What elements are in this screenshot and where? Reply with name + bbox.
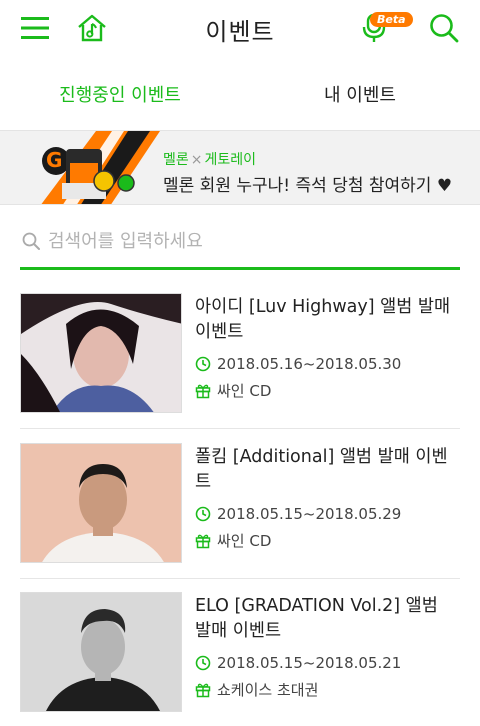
banner-brand-melon: 멜론 [163,152,189,168]
event-date-text: 2018.05.15~2018.05.21 [217,654,402,672]
banner-brand-gatorade: 게토레이 [204,152,257,168]
event-date-text: 2018.05.16~2018.05.30 [217,355,402,373]
event-date: 2018.05.15~2018.05.29 [195,505,401,523]
event-date: 2018.05.15~2018.05.21 [195,654,401,672]
event-thumbnail [20,443,182,563]
event-date-text: 2018.05.15~2018.05.29 [217,505,402,523]
gift-icon [195,683,211,697]
top-bar: 이벤트 Beta [0,0,480,56]
clock-icon [195,655,211,671]
event-title: ELO [GRADATION Vol.2] 앨범 발매 이벤트 [195,596,438,641]
event-reward-text: 쇼케이스 초대권 [217,681,319,699]
search-input[interactable] [48,226,448,256]
search-icon [22,232,40,250]
event-reward: 싸인 CD [195,380,271,401]
event-date: 2018.05.16~2018.05.30 [195,355,401,373]
tab-ongoing-events[interactable]: 진행중인 이벤트 [0,72,240,128]
event-item[interactable]: ELO [GRADATION Vol.2] 앨범 발매 이벤트 2018.05.… [20,592,460,726]
banner-brand: 멜론 × 게토레이 [163,149,256,169]
banner-text: 멜론 회원 누구나! 즉석 당첨 참여하기 ♥ [163,176,453,196]
event-title: 아이디 [Luv Highway] 앨범 발매 이벤트 [195,297,451,342]
event-thumbnail [20,592,182,712]
event-reward: 싸인 CD [195,530,271,551]
event-item[interactable]: 폴킴 [Additional] 앨범 발매 이벤트 2018.05.15~201… [20,443,460,583]
tab-my-events[interactable]: 내 이벤트 [240,72,480,128]
search-bar [20,216,460,270]
clock-icon [195,506,211,522]
event-thumbnail [20,293,182,413]
gift-icon [195,534,211,548]
divider [20,428,460,429]
gift-icon [195,384,211,398]
event-reward-text: 싸인 CD [217,382,272,400]
banner-brand-separator: × [190,152,203,168]
search-icon[interactable] [426,10,462,46]
event-tabs: 진행중인 이벤트 내 이벤트 [0,72,480,128]
beta-badge: Beta [370,12,413,27]
event-item[interactable]: 아이디 [Luv Highway] 앨범 발매 이벤트 2018.05.16~2… [20,293,460,433]
svg-text:G: G [46,148,62,172]
promo-banner[interactable]: G 멜론 × 게토레이 멜론 회원 누구나! 즉석 당첨 참여하기 ♥ [0,130,480,205]
divider [20,578,460,579]
event-title: 폴킴 [Additional] 앨범 발매 이벤트 [195,447,448,492]
event-reward: 쇼케이스 초대권 [195,679,318,700]
banner-product-image: G [41,131,160,204]
clock-icon [195,356,211,372]
event-reward-text: 싸인 CD [217,532,272,550]
